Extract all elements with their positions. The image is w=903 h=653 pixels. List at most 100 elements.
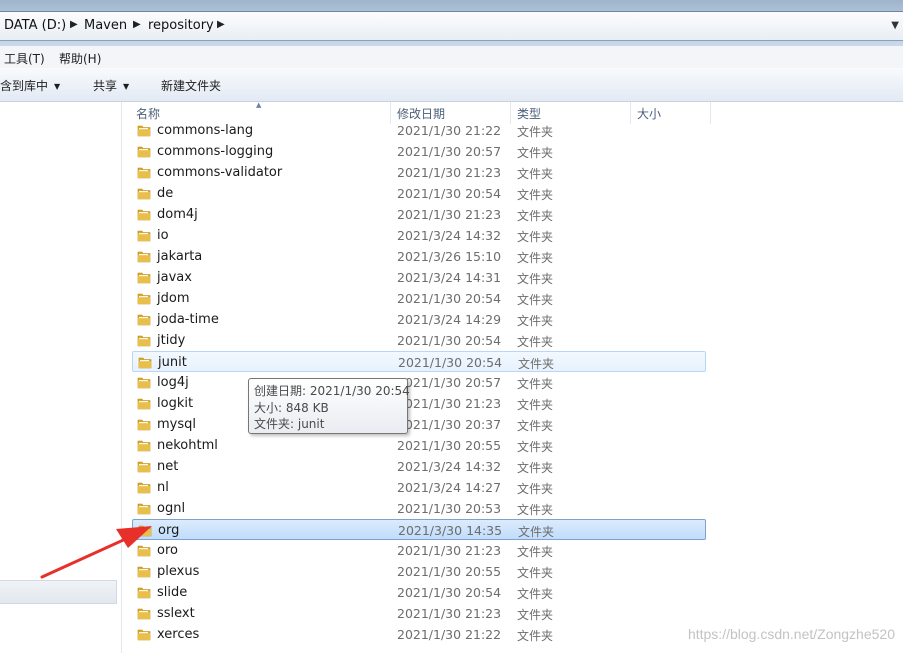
file-type: 文件夹 — [517, 314, 554, 328]
navigation-pane[interactable] — [0, 102, 122, 653]
folder-icon — [137, 545, 151, 557]
file-row[interactable]: xerces 2021/1/30 21:22 文件夹 — [132, 624, 706, 645]
file-row[interactable]: jdom 2021/1/30 20:54 文件夹 — [132, 288, 706, 309]
file-date: 2021/1/30 21:23 — [397, 207, 502, 222]
sort-ascending-icon: ▲ — [256, 101, 262, 109]
file-date: 2021/1/30 21:22 — [397, 627, 502, 642]
file-type: 文件夹 — [517, 503, 554, 517]
menu-help[interactable]: 帮助(H) — [59, 50, 101, 67]
file-row[interactable]: org 2021/3/30 14:35 文件夹 — [132, 519, 706, 540]
file-row[interactable]: nl 2021/3/24 14:27 文件夹 — [132, 477, 706, 498]
file-type: 文件夹 — [517, 167, 554, 181]
file-row[interactable]: junit 2021/1/30 20:54 文件夹 — [132, 351, 706, 372]
file-type: 文件夹 — [517, 440, 554, 454]
folder-icon — [137, 209, 151, 221]
file-date: 2021/3/26 15:10 — [397, 249, 502, 264]
file-row[interactable]: commons-logging 2021/1/30 20:57 文件夹 — [132, 141, 706, 162]
folder-icon — [137, 314, 151, 326]
folder-icon — [137, 188, 151, 200]
folder-icon — [137, 419, 151, 431]
file-row[interactable]: mysql 2021/1/30 20:37 文件夹 — [132, 414, 706, 435]
file-row[interactable]: nekohtml 2021/1/30 20:55 文件夹 — [132, 435, 706, 456]
file-row[interactable]: logkit 2021/1/30 21:23 文件夹 — [132, 393, 706, 414]
file-type: 文件夹 — [517, 209, 554, 223]
file-date: 2021/1/30 20:57 — [397, 375, 502, 390]
caret-down-icon: ▼ — [54, 82, 61, 91]
folder-icon — [137, 167, 151, 179]
file-row[interactable]: dom4j 2021/1/30 21:23 文件夹 — [132, 204, 706, 225]
chevron-right-icon[interactable]: ▶ — [217, 19, 225, 30]
file-type: 文件夹 — [517, 419, 554, 433]
file-row[interactable]: de 2021/1/30 20:54 文件夹 — [132, 183, 706, 204]
file-date: 2021/3/24 14:31 — [397, 270, 502, 285]
folder-icon — [137, 629, 151, 641]
column-header-date[interactable]: 修改日期 — [391, 102, 511, 124]
file-row[interactable]: slide 2021/1/30 20:54 文件夹 — [132, 582, 706, 603]
file-type: 文件夹 — [518, 525, 555, 539]
folder-icon — [138, 357, 152, 369]
folder-icon — [137, 503, 151, 515]
share-button[interactable]: 共享 ▼ — [93, 77, 129, 94]
breadcrumb[interactable]: DATA (D:) ▶ Maven ▶ repository ▶ ▼ — [0, 11, 903, 41]
file-row[interactable]: plexus 2021/1/30 20:55 文件夹 — [132, 561, 706, 582]
file-date: 2021/3/24 14:29 — [397, 312, 502, 327]
breadcrumb-repository[interactable]: repository — [148, 18, 214, 33]
file-row[interactable]: ognl 2021/1/30 20:53 文件夹 — [132, 498, 706, 519]
file-date: 2021/1/30 21:22 — [397, 124, 502, 138]
file-row[interactable]: commons-validator 2021/1/30 21:23 文件夹 — [132, 162, 706, 183]
folder-tooltip: 创建日期: 2021/1/30 20:54 大小: 848 KB 文件夹: ju… — [248, 378, 410, 434]
file-row[interactable]: net 2021/3/24 14:32 文件夹 — [132, 456, 706, 477]
file-type: 文件夹 — [517, 377, 554, 391]
file-type: 文件夹 — [517, 482, 554, 496]
column-header-type[interactable]: 类型 — [511, 102, 631, 124]
folder-icon — [137, 608, 151, 620]
file-type: 文件夹 — [517, 146, 554, 160]
file-name: commons-logging — [157, 144, 274, 159]
file-row[interactable]: log4j 2021/1/30 20:57 文件夹 — [132, 372, 706, 393]
breadcrumb-drive[interactable]: DATA (D:) — [4, 18, 66, 33]
file-date: 2021/1/30 20:54 — [397, 291, 502, 306]
nav-selected-item[interactable] — [0, 580, 117, 604]
file-type: 文件夹 — [517, 251, 554, 265]
file-name: org — [158, 523, 180, 538]
file-date: 2021/3/24 14:32 — [397, 459, 502, 474]
column-header-size[interactable]: 大小 — [631, 102, 711, 124]
file-date: 2021/1/30 20:54 — [398, 355, 503, 370]
file-date: 2021/1/30 20:57 — [397, 144, 502, 159]
file-row[interactable]: oro 2021/1/30 21:23 文件夹 — [132, 540, 706, 561]
folder-icon — [137, 335, 151, 347]
folder-icon — [138, 525, 152, 537]
file-type: 文件夹 — [517, 125, 554, 139]
file-name: oro — [157, 543, 178, 558]
file-name: commons-validator — [157, 165, 283, 180]
folder-icon — [137, 482, 151, 494]
menu-tools[interactable]: 工具(T) — [4, 50, 45, 67]
folder-icon — [137, 146, 151, 158]
include-in-library-label: 含到库中 — [0, 79, 49, 93]
file-row[interactable]: io 2021/3/24 14:32 文件夹 — [132, 225, 706, 246]
new-folder-button[interactable]: 新建文件夹 — [161, 77, 221, 94]
file-date: 2021/1/30 20:54 — [397, 585, 502, 600]
file-row[interactable]: jakarta 2021/3/26 15:10 文件夹 — [132, 246, 706, 267]
file-row[interactable]: joda-time 2021/3/24 14:29 文件夹 — [132, 309, 706, 330]
file-name: joda-time — [157, 312, 219, 327]
file-row[interactable]: sslext 2021/1/30 21:23 文件夹 — [132, 603, 706, 624]
file-row[interactable]: jtidy 2021/1/30 20:54 文件夹 — [132, 330, 706, 351]
chevron-right-icon[interactable]: ▶ — [70, 19, 78, 30]
chevron-right-icon[interactable]: ▶ — [133, 19, 141, 30]
file-name: javax — [157, 270, 192, 285]
folder-icon — [137, 230, 151, 242]
include-in-library-button[interactable]: 含到库中 ▼ — [0, 77, 60, 94]
file-name: slide — [157, 585, 188, 600]
file-row[interactable]: commons-lang 2021/1/30 21:22 文件夹 — [132, 124, 706, 141]
breadcrumb-maven[interactable]: Maven — [84, 18, 127, 33]
address-dropdown-icon[interactable]: ▼ — [891, 20, 899, 31]
file-name: jdom — [157, 291, 190, 306]
file-name: commons-lang — [157, 124, 254, 138]
file-name: nekohtml — [157, 438, 218, 453]
file-list[interactable]: commons-lang 2021/1/30 21:22 文件夹 commons-lo… — [122, 124, 903, 653]
watermark: https://blog.csdn.net/Zongzhe520 — [687, 626, 895, 642]
file-date: 2021/1/30 21:23 — [397, 543, 502, 558]
file-row[interactable]: javax 2021/3/24 14:31 文件夹 — [132, 267, 706, 288]
file-date: 2021/1/30 20:54 — [397, 333, 502, 348]
